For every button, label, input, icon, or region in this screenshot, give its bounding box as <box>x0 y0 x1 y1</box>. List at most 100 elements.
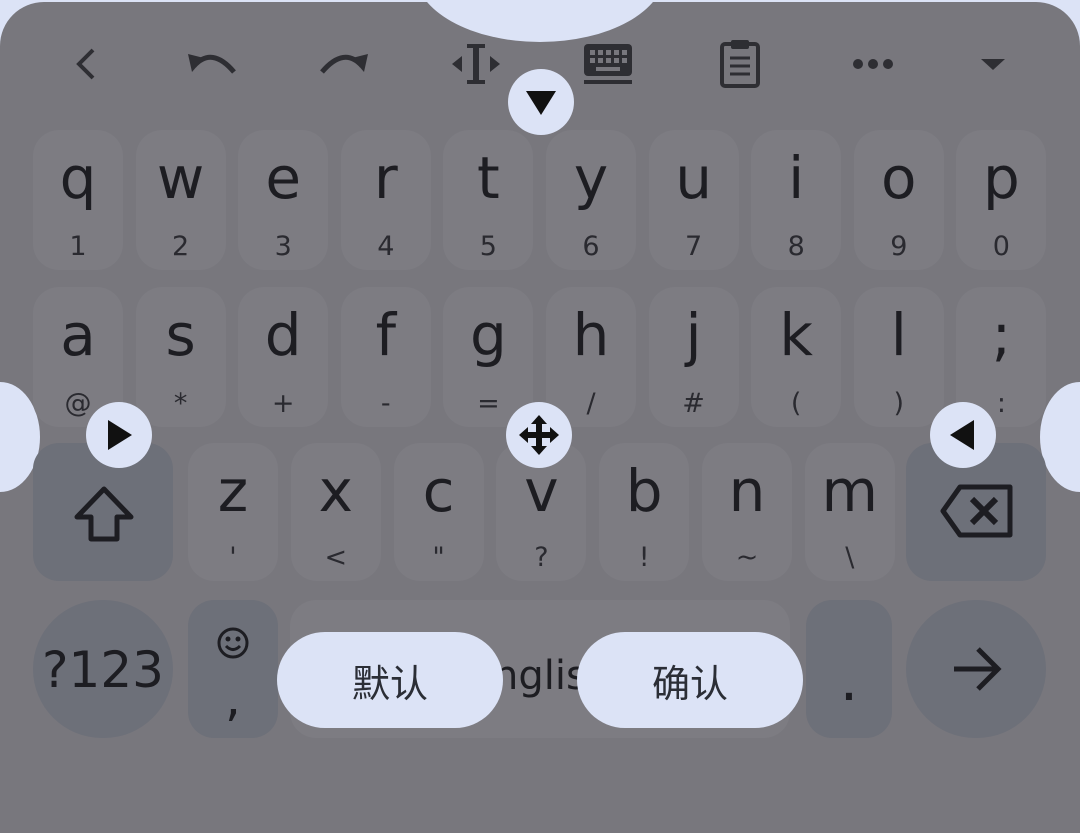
key-sub-label: ! <box>638 542 650 573</box>
key-label: t <box>477 144 500 212</box>
move-icon <box>519 415 559 455</box>
key-sub-label: - <box>380 388 391 419</box>
key-label: w <box>156 144 205 212</box>
comma-label: , <box>225 669 241 727</box>
resize-down-handle[interactable] <box>508 69 574 135</box>
key-sub-label: 3 <box>274 231 292 262</box>
key-label: n <box>728 457 766 525</box>
confirm-button[interactable]: 确认 <box>577 632 803 728</box>
key-k[interactable]: k( <box>751 287 842 427</box>
key-label: ; <box>991 301 1012 369</box>
key-t[interactable]: t5 <box>443 130 534 270</box>
key-label: h <box>572 301 610 369</box>
key-w[interactable]: w2 <box>135 130 226 270</box>
enter-key[interactable] <box>906 600 1046 738</box>
period-key[interactable]: . <box>806 600 892 738</box>
key-sub-label: 4 <box>377 231 395 262</box>
key-sub-label: < <box>324 542 348 573</box>
more-icon[interactable] <box>845 40 901 88</box>
triangle-right-icon <box>108 420 132 450</box>
key-label: u <box>675 144 712 212</box>
key-sub-label: + <box>271 388 295 419</box>
key-label: v <box>524 457 559 525</box>
emoji-comma-key[interactable]: , <box>188 600 278 738</box>
key-b[interactable]: b! <box>599 443 690 581</box>
emoji-icon <box>217 627 249 659</box>
key-sub-label: 2 <box>172 231 190 262</box>
resize-right-handle[interactable] <box>86 402 152 468</box>
key-o[interactable]: o9 <box>853 130 944 270</box>
collapse-icon[interactable] <box>965 40 1021 88</box>
key-sub-label: ? <box>534 542 549 573</box>
key-sub-label: \ <box>845 542 855 573</box>
arrow-right-icon <box>954 647 1002 691</box>
key-h[interactable]: h / <box>546 287 636 427</box>
keyboard-panel: q1w2e3r4t5y6u7i8o9p0 a @ s * d + f - g = h / j # k(l);… <box>0 0 1080 833</box>
key-x[interactable]: x < <box>290 443 381 581</box>
key-sub-label: 1 <box>69 231 87 262</box>
key-sub-label: # <box>682 388 705 419</box>
triangle-left-icon <box>950 420 974 450</box>
key-label: d <box>264 301 302 369</box>
symbols-key-label: ?123 <box>42 641 164 699</box>
key-g[interactable]: g = <box>443 287 534 427</box>
key-sub-label: ' <box>229 542 237 573</box>
back-icon[interactable] <box>58 40 114 88</box>
key-f[interactable]: f- <box>340 287 431 427</box>
key-l[interactable]: l) <box>853 287 944 427</box>
key-j[interactable]: j # <box>648 287 739 427</box>
key-z[interactable]: z ' <box>188 443 278 581</box>
key-label: r <box>373 144 398 212</box>
key-d[interactable]: d + <box>238 287 329 427</box>
key-sub-label: 7 <box>685 231 703 262</box>
key-label: o <box>881 144 917 212</box>
key-sub-label: 6 <box>582 231 600 262</box>
key-s[interactable]: s * <box>135 287 226 427</box>
key-label: p <box>982 144 1020 212</box>
redo-icon[interactable] <box>316 40 372 88</box>
key-sub-label: " <box>432 542 445 573</box>
key-q[interactable]: q1 <box>33 130 123 270</box>
key-sub-label: ( <box>790 388 802 419</box>
key-n[interactable]: n ~ <box>702 443 792 581</box>
undo-icon[interactable] <box>184 40 240 88</box>
resize-left-handle[interactable] <box>930 402 996 468</box>
backspace-icon <box>940 484 1013 538</box>
key-label: s <box>165 301 196 369</box>
keyboard-icon[interactable] <box>580 40 636 88</box>
key-sub-label: 0 <box>992 231 1010 262</box>
shift-icon <box>74 486 134 542</box>
key-label: z <box>217 457 249 525</box>
key-u[interactable]: u7 <box>648 130 739 270</box>
key-sub-label: 9 <box>890 231 908 262</box>
default-button[interactable]: 默认 <box>277 632 503 728</box>
key-label: m <box>821 457 879 525</box>
key-sub-label: ~ <box>735 542 759 573</box>
key-label: q <box>59 144 97 212</box>
clipboard-icon[interactable] <box>712 40 768 88</box>
period-label: . <box>839 646 859 714</box>
key-i[interactable]: i8 <box>751 130 842 270</box>
key-label: k <box>779 301 813 369</box>
key-label: j <box>685 301 702 369</box>
key-label: l <box>890 301 907 369</box>
key-r[interactable]: r4 <box>340 130 431 270</box>
key-m[interactable]: m \ <box>804 443 895 581</box>
key-y[interactable]: y6 <box>546 130 636 270</box>
key-p[interactable]: p0 <box>956 130 1047 270</box>
key-sub-label: 8 <box>787 231 805 262</box>
key-sub-label: * <box>173 388 188 419</box>
key-label: b <box>625 457 663 525</box>
key-label: a <box>60 301 96 369</box>
move-handle[interactable] <box>506 402 572 468</box>
key-e[interactable]: e3 <box>238 130 329 270</box>
symbols-key[interactable]: ?123 <box>33 600 173 738</box>
text-cursor-icon[interactable] <box>448 40 504 88</box>
triangle-down-icon <box>526 91 556 115</box>
key-label: c <box>422 457 455 525</box>
key-c[interactable]: c " <box>393 443 484 581</box>
key-label: g <box>469 301 507 369</box>
key-sub-label: 5 <box>479 231 497 262</box>
key-label: i <box>788 144 805 212</box>
key-sub-label: ) <box>893 388 905 419</box>
